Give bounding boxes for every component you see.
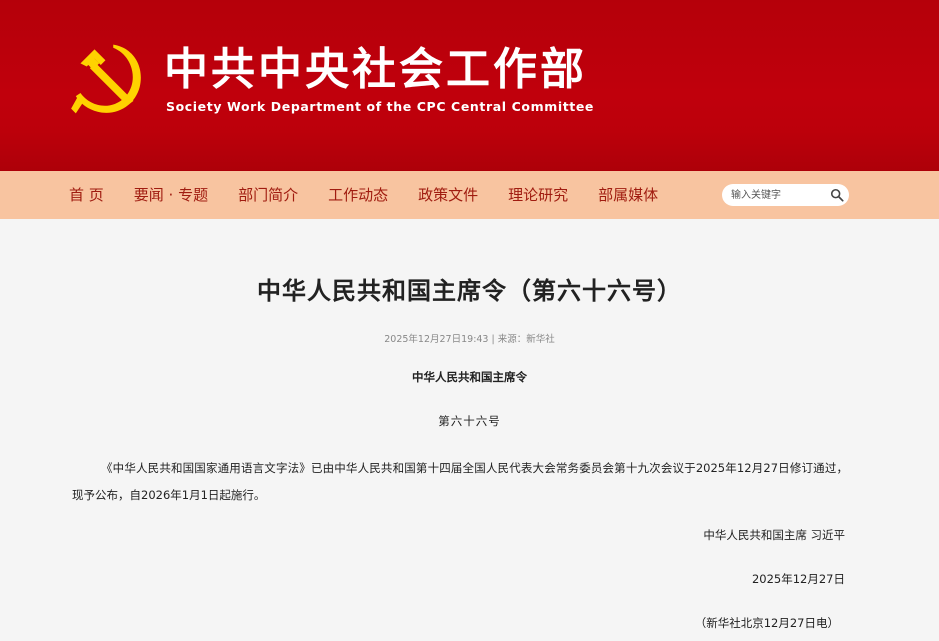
article-body: 《中华人民共和国国家通用语言文字法》已由中华人民共和国第十四届全国人民代表大会常… <box>72 461 848 502</box>
nav-item-news-topics[interactable]: 要闻 · 专题 <box>120 171 222 219</box>
nav-item-policy-documents[interactable]: 政策文件 <box>404 171 492 219</box>
decree-issuer: 中华人民共和国主席令 <box>412 370 527 384</box>
nav-item-work-updates[interactable]: 工作动态 <box>314 171 402 219</box>
site-header: 中共中央社会工作部 Society Work Department of the… <box>0 0 939 171</box>
search-icon[interactable] <box>830 188 844 202</box>
decree-date: 2025年12月27日 <box>751 572 845 586</box>
search-input[interactable] <box>731 186 826 204</box>
party-emblem-icon[interactable] <box>68 40 146 118</box>
article-meta: 2025年12月27日19:43 | 来源：新华社 <box>384 334 555 345</box>
site-title[interactable]: 中共中央社会工作部 <box>164 44 587 96</box>
nav-item-theory-research[interactable]: 理论研究 <box>494 171 582 219</box>
source-note: （新华社北京12月27日电） <box>694 616 839 630</box>
site-subtitle: Society Work Department of the CPC Centr… <box>166 99 595 114</box>
nav-item-affiliated-media[interactable]: 部属媒体 <box>584 171 672 219</box>
decree-number: 第六十六号 <box>438 414 501 428</box>
nav-item-home[interactable]: 首 页 <box>55 171 118 219</box>
nav-item-department-intro[interactable]: 部门简介 <box>224 171 312 219</box>
article-title: 中华人民共和国主席令（第六十六号） <box>257 277 682 305</box>
search-box <box>722 184 849 206</box>
nav-list: 首 页 要闻 · 专题 部门简介 工作动态 政策文件 理论研究 部属媒体 <box>55 171 674 219</box>
decree-signature: 中华人民共和国主席 习近平 <box>703 528 845 542</box>
